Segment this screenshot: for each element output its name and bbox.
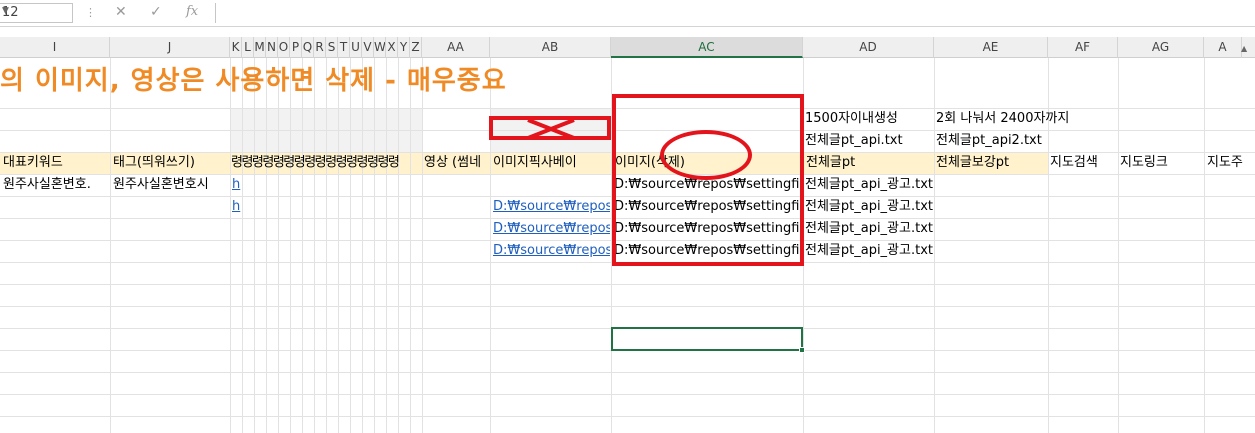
cell-ad-row4[interactable]: 전체글pt_api_광고.txt — [805, 240, 985, 262]
column-header-U[interactable]: U — [350, 37, 362, 58]
column-header-Z[interactable]: Z — [410, 37, 422, 58]
sheet-title-cell[interactable]: 의 이미지, 영상은 사용하면 삭제 - 매우중요 — [0, 64, 507, 98]
column-header-Q[interactable]: Q — [302, 37, 314, 58]
header-cell-i[interactable]: 대표키워드 — [3, 152, 109, 174]
active-cell-selection[interactable] — [611, 327, 805, 353]
header-cell-ae[interactable]: 전체글보강pt — [936, 152, 1047, 174]
fill-handle[interactable] — [799, 347, 805, 353]
column-header-Y[interactable]: Y — [398, 37, 410, 58]
column-header-AF[interactable]: AF — [1048, 37, 1118, 58]
column-headers: I J K L M N O P Q R S T U V W X Y Z AA A… — [0, 37, 1255, 58]
column-header-L[interactable]: L — [242, 37, 254, 58]
column-header-M[interactable]: M — [254, 37, 266, 58]
cell-k-row1[interactable]: h — [232, 174, 249, 196]
cell-ad-row1[interactable]: 전체글pt_api_광고.txt — [805, 174, 985, 196]
column-header-I[interactable]: I — [0, 37, 110, 58]
annotation-rectangle-ac — [612, 94, 804, 266]
cell-j-row1[interactable]: 원주사실혼변호시 — [113, 174, 229, 196]
column-header-J[interactable]: J — [110, 37, 230, 58]
name-box[interactable]: 12 ▼ — [0, 3, 73, 23]
cell-ad-note2[interactable]: 전체글pt_api.txt — [805, 130, 933, 152]
formula-input[interactable] — [215, 3, 1255, 23]
column-header-AA[interactable]: AA — [422, 37, 490, 58]
column-header-R[interactable]: R — [314, 37, 326, 58]
column-header-X[interactable]: X — [386, 37, 398, 58]
cell-i-row1[interactable]: 원주사실혼변호. — [3, 174, 109, 196]
cell-ab-row4[interactable]: D:₩source₩repos — [493, 240, 610, 262]
column-header-AC[interactable]: AC — [611, 37, 803, 58]
column-header-AG[interactable]: AG — [1118, 37, 1204, 58]
cell-ae-note2[interactable]: 전체글pt_api2.txt — [936, 130, 1116, 152]
scroll-up-icon[interactable]: ▲ — [1241, 44, 1251, 54]
annotation-ellipse — [660, 130, 752, 180]
fx-icon[interactable]: fx — [186, 4, 198, 19]
formula-bar: 12 ▼ ⋮ ✕ ✓ fx — [0, 0, 1255, 27]
cell-ad-note1[interactable]: 1500자이내생성 — [805, 108, 933, 130]
cell-ad-row3[interactable]: 전체글pt_api_광고.txt — [805, 218, 985, 240]
column-header-O[interactable]: O — [278, 37, 290, 58]
header-cell-ag[interactable]: 지도링크 — [1120, 152, 1203, 174]
close-icon[interactable]: ✕ — [115, 4, 127, 20]
column-header-V[interactable]: V — [362, 37, 374, 58]
annotation-cross — [527, 118, 575, 140]
header-cell-k-z[interactable]: 령령령령령령령령령령령령령령령령 — [231, 152, 422, 174]
column-header-W[interactable]: W — [374, 37, 386, 58]
cell-ad-row2[interactable]: 전체글pt_api_광고.txt — [805, 196, 985, 218]
column-header-K[interactable]: K — [230, 37, 242, 58]
column-header-AE[interactable]: AE — [934, 37, 1048, 58]
column-header-AD[interactable]: AD — [803, 37, 934, 58]
header-cell-ad[interactable]: 전체글pt — [806, 152, 933, 174]
cell-k-row2[interactable]: h — [232, 196, 249, 218]
column-header-N[interactable]: N — [266, 37, 278, 58]
header-cell-af[interactable]: 지도검색 — [1050, 152, 1117, 174]
column-header-P[interactable]: P — [290, 37, 302, 58]
column-header-S[interactable]: S — [326, 37, 338, 58]
header-cell-aa[interactable]: 영상 (썸네 — [424, 152, 489, 174]
column-header-T[interactable]: T — [338, 37, 350, 58]
header-cell-j[interactable]: 태그(띄워쓰기) — [113, 152, 229, 174]
chevron-down-icon[interactable]: ▼ — [2, 6, 69, 16]
column-header-AB[interactable]: AB — [490, 37, 611, 58]
check-icon[interactable]: ✓ — [150, 4, 162, 20]
header-cell-ah[interactable]: 지도주 — [1207, 152, 1255, 174]
header-cell-ab[interactable]: 이미지픽사베이 — [493, 152, 610, 174]
cell-ab-row3[interactable]: D:₩source₩repos — [493, 218, 610, 240]
cell-ae-note1[interactable]: 2회 나눠서 2400자까지 — [936, 108, 1136, 130]
more-options-icon[interactable]: ⋮ — [85, 6, 96, 19]
cell-ab-row2[interactable]: D:₩source₩repos — [493, 196, 610, 218]
cell-ab-row1[interactable] — [493, 174, 610, 196]
column-header-AH[interactable]: A — [1204, 37, 1242, 58]
